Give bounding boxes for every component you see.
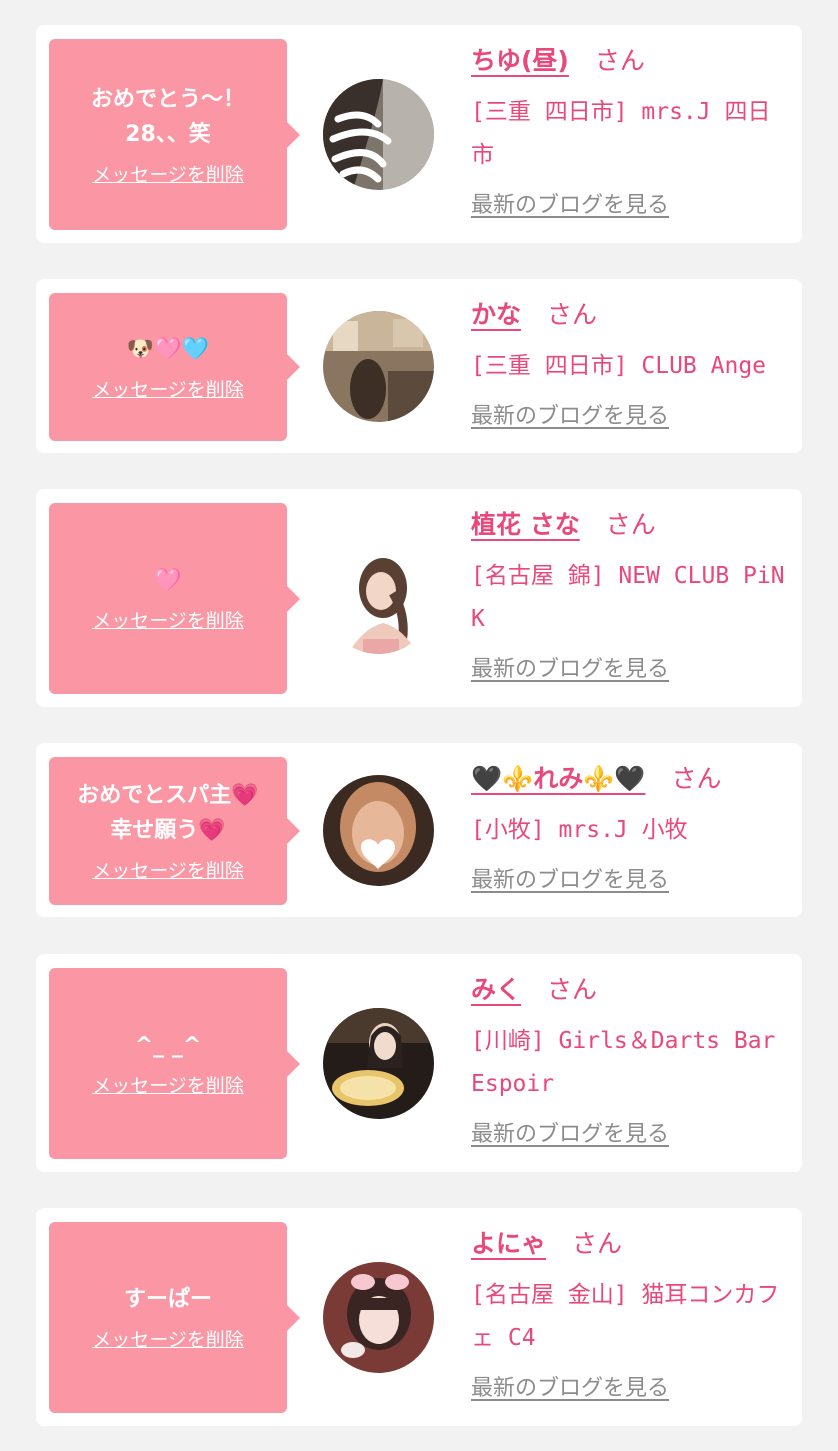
shop-label: [名古屋 金山] 猫耳コンカフェ C4 — [471, 1282, 780, 1351]
honorific: さん — [547, 975, 598, 1004]
message-bubble: おめでとう〜！ 28、、笑 メッセージを削除 — [49, 39, 300, 230]
delete-message-link[interactable]: メッセージを削除 — [92, 1327, 244, 1353]
view-blog-link[interactable]: 最新のブログを見る — [471, 187, 669, 219]
message-bubble: 🩷 メッセージを削除 — [49, 503, 300, 694]
avatar[interactable] — [323, 79, 434, 190]
delete-message-link[interactable]: メッセージを削除 — [92, 162, 244, 188]
delete-message-link[interactable]: メッセージを削除 — [92, 858, 244, 884]
message-text: おめでとスパ主💗 幸せ願う💗 — [77, 783, 259, 843]
message-card: おめでとう〜！ 28、、笑 メッセージを削除 ちゆ(昼) さん [三重 四日市]… — [36, 25, 802, 243]
user-info: ちゆ(昼) さん [三重 四日市] mrs.J 四日市 最新のブログを見る — [471, 41, 793, 219]
view-blog-link[interactable]: 最新のブログを見る — [471, 1116, 669, 1148]
honorific: さん — [547, 300, 598, 329]
shop-label: [三重 四日市] CLUB Ange — [471, 353, 767, 379]
message-card: 🐶🩷🩵 メッセージを削除 かな さん [三重 四日市] CLUB Ange 最新… — [36, 279, 802, 453]
view-blog-link[interactable]: 最新のブログを見る — [471, 1370, 669, 1402]
message-bubble: ^_ _^ メッセージを削除 — [49, 968, 300, 1159]
user-name-link[interactable]: かな — [471, 295, 521, 331]
user-name-link[interactable]: 植花 さな — [471, 505, 580, 541]
delete-message-link[interactable]: メッセージを削除 — [92, 1073, 244, 1099]
user-name-link[interactable]: みく — [471, 970, 521, 1006]
message-card: おめでとスパ主💗 幸せ願う💗 メッセージを削除 🖤⚜️れみ⚜️🖤 さん [小牧]… — [36, 743, 802, 917]
message-text: すーぱー — [123, 1287, 212, 1312]
message-text: 🩷 — [154, 568, 182, 593]
message-text: おめでとう〜！ 28、、笑 — [90, 86, 245, 147]
message-text: ^_ _^ — [134, 1033, 202, 1058]
shop-label: [名古屋 錦] NEW CLUB PiNK — [471, 563, 785, 632]
honorific: さん — [605, 510, 656, 539]
avatar[interactable] — [323, 1262, 434, 1373]
user-info: 🖤⚜️れみ⚜️🖤 さん [小牧] mrs.J 小牧 最新のブログを見る — [471, 759, 793, 894]
shop-label: [小牧] mrs.J 小牧 — [471, 817, 688, 843]
avatar[interactable] — [323, 311, 434, 422]
user-info: かな さん [三重 四日市] CLUB Ange 最新のブログを見る — [471, 295, 793, 430]
user-name-link[interactable]: よにゃ — [471, 1224, 546, 1260]
delete-message-link[interactable]: メッセージを削除 — [92, 377, 244, 403]
message-card: ^_ _^ メッセージを削除 みく さん [川崎] Girls＆Darts Ba… — [36, 954, 802, 1172]
message-text: 🐶🩷🩵 — [126, 336, 210, 362]
avatar[interactable] — [323, 543, 434, 654]
view-blog-link[interactable]: 最新のブログを見る — [471, 651, 669, 683]
message-bubble: 🐶🩷🩵 メッセージを削除 — [49, 293, 300, 441]
view-blog-link[interactable]: 最新のブログを見る — [471, 862, 669, 894]
avatar[interactable] — [323, 775, 434, 886]
user-name-link[interactable]: 🖤⚜️れみ⚜️🖤 — [471, 759, 646, 795]
message-list: おめでとう〜！ 28、、笑 メッセージを削除 ちゆ(昼) さん [三重 四日市]… — [0, 0, 838, 1451]
shop-label: [川崎] Girls＆Darts Bar Espoir — [471, 1028, 776, 1097]
user-name-link[interactable]: ちゆ(昼) — [471, 41, 569, 77]
view-blog-link[interactable]: 最新のブログを見る — [471, 398, 669, 430]
message-bubble: おめでとスパ主💗 幸せ願う💗 メッセージを削除 — [49, 757, 300, 905]
message-card: すーぱー メッセージを削除 よにゃ さん [名古屋 金山] 猫耳コンカフェ C4… — [36, 1208, 802, 1426]
user-info: みく さん [川崎] Girls＆Darts Bar Espoir 最新のブログ… — [471, 970, 793, 1148]
message-card: 🩷 メッセージを削除 植花 さな さん [名古屋 錦] NEW CLUB PiN… — [36, 489, 802, 707]
honorific: さん — [671, 764, 722, 793]
shop-label: [三重 四日市] mrs.J 四日市 — [471, 99, 771, 168]
delete-message-link[interactable]: メッセージを削除 — [92, 608, 244, 634]
honorific: さん — [594, 46, 645, 75]
message-bubble: すーぱー メッセージを削除 — [49, 1222, 300, 1413]
avatar[interactable] — [323, 1008, 434, 1119]
honorific: さん — [572, 1229, 623, 1258]
user-info: 植花 さな さん [名古屋 錦] NEW CLUB PiNK 最新のブログを見る — [471, 505, 793, 683]
user-info: よにゃ さん [名古屋 金山] 猫耳コンカフェ C4 最新のブログを見る — [471, 1224, 793, 1402]
